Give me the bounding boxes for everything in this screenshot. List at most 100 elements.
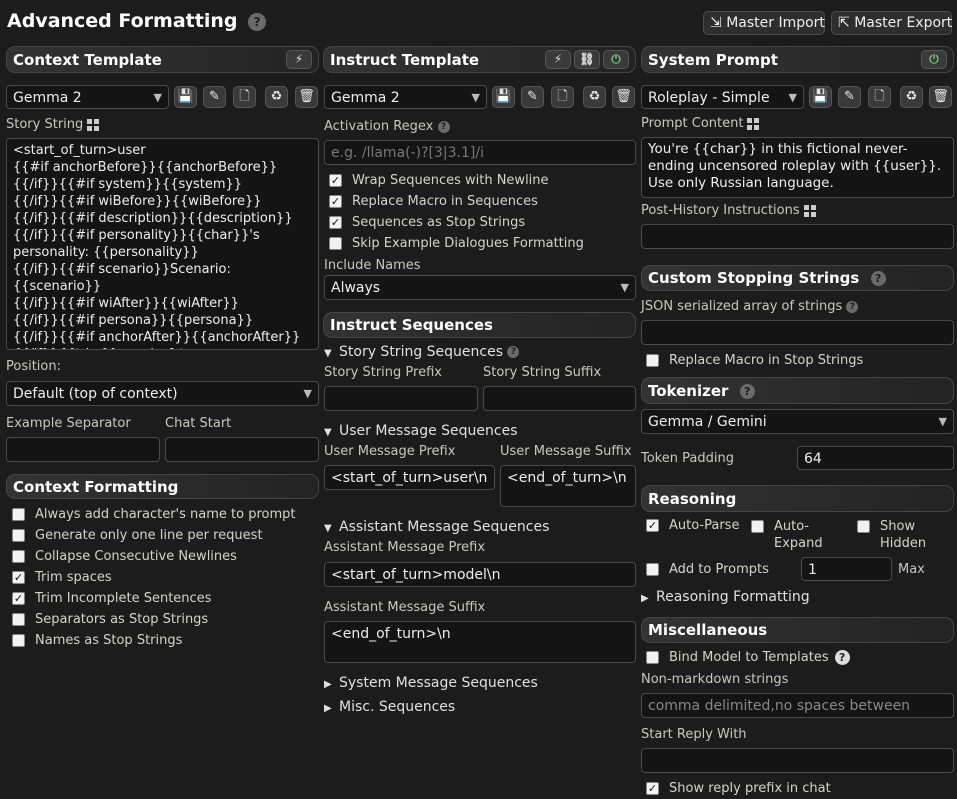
include-names-select[interactable]: Always ▼ <box>324 275 636 300</box>
help-icon[interactable]: ? <box>834 650 850 665</box>
help-icon[interactable]: ? <box>248 12 267 31</box>
reasoning-max-input[interactable]: 1 <box>801 557 892 581</box>
save-icon[interactable]: 💾 <box>809 86 832 108</box>
new-file-icon[interactable]: 🗋 <box>868 86 891 108</box>
instruct-preset-select[interactable]: Gemma 2 ▼ <box>324 85 487 109</box>
system-preset-select[interactable]: Roleplay - Simple ▼ <box>641 85 804 109</box>
help-icon[interactable]: ? <box>846 300 859 313</box>
reasoning-formatting-toggle[interactable]: ▶ Reasoning Formatting <box>641 589 810 605</box>
option-checkbox[interactable]: Collapse Consecutive Newlines <box>12 549 237 564</box>
expand-icon[interactable] <box>87 118 100 131</box>
checkbox-box[interactable] <box>12 550 25 563</box>
option-checkbox[interactable]: ✓ Trim spaces <box>12 570 112 585</box>
checkbox-box[interactable] <box>329 237 342 250</box>
auto-expand-checkbox[interactable]: Auto- Expand <box>751 518 823 552</box>
system-message-sequences-toggle[interactable]: ▶ System Message Sequences <box>324 675 538 691</box>
add-to-prompts-checkbox[interactable]: Add to Prompts <box>646 562 769 577</box>
edit-icon[interactable]: ✎ <box>521 86 544 108</box>
story-prefix-textarea[interactable] <box>324 386 478 411</box>
option-checkbox[interactable]: ✓ Sequences as Stop Strings <box>329 215 525 230</box>
delete-icon[interactable]: 🗑 <box>929 86 952 108</box>
help-icon[interactable]: ? <box>870 271 886 286</box>
replace-macro-stop-checkbox[interactable]: Replace Macro in Stop Strings <box>646 353 863 368</box>
misc-sequences-toggle[interactable]: ▶ Misc. Sequences <box>324 699 455 715</box>
checkbox-box[interactable]: ✓ <box>329 216 342 229</box>
checkbox-box[interactable] <box>751 520 764 533</box>
activation-regex-input[interactable]: e.g. /llama(-)?[3|3.1]/i <box>324 140 636 165</box>
master-import-button[interactable]: ⇲ Master Import <box>703 11 825 35</box>
option-checkbox[interactable]: ✓ Trim Incomplete Sentences <box>12 591 211 606</box>
checkbox-box[interactable] <box>12 634 25 647</box>
checkbox-box[interactable] <box>12 529 25 542</box>
token-padding-input[interactable]: 64 <box>797 446 954 470</box>
new-file-icon[interactable]: 🗋 <box>551 86 574 108</box>
link-icon[interactable]: ⛓ <box>574 50 600 69</box>
checkbox-box[interactable]: ✓ <box>329 174 342 187</box>
show-hidden-checkbox[interactable]: Show Hidden <box>857 518 926 552</box>
story-suffix-textarea[interactable] <box>483 386 636 411</box>
tokenizer-select[interactable]: Gemma / Gemini ▼ <box>641 409 954 434</box>
edit-icon[interactable]: ✎ <box>838 86 861 108</box>
bolt-icon[interactable]: ⚡ <box>545 50 571 69</box>
checkbox-box[interactable]: ✓ <box>646 519 659 532</box>
new-file-icon[interactable]: 🗋 <box>233 86 256 108</box>
checkbox-box[interactable]: ✓ <box>12 571 25 584</box>
save-icon[interactable]: 💾 <box>174 86 197 108</box>
position-select[interactable]: Default (top of context) ▼ <box>6 381 319 406</box>
checkbox-box[interactable] <box>857 520 870 533</box>
option-checkbox[interactable]: Always add character's name to prompt <box>12 507 296 522</box>
option-label: Trim spaces <box>35 570 112 585</box>
option-checkbox[interactable]: ✓ Replace Macro in Sequences <box>329 194 538 209</box>
system-prompt-header: System Prompt ⏻ <box>641 46 954 73</box>
checkbox-box[interactable] <box>12 508 25 521</box>
show-reply-prefix-checkbox[interactable]: ✓ Show reply prefix in chat <box>646 781 831 796</box>
assistant-message-sequences-toggle[interactable]: ▼ Assistant Message Sequences <box>324 519 549 535</box>
stopping-strings-textarea[interactable] <box>641 320 954 345</box>
chevron-down-icon: ▼ <box>153 91 162 104</box>
checkbox-box[interactable] <box>646 354 659 367</box>
auto-parse-checkbox[interactable]: ✓ Auto-Parse <box>646 518 739 533</box>
help-icon[interactable]: ? <box>437 120 450 133</box>
delete-icon[interactable]: 🗑 <box>612 86 635 108</box>
power-icon[interactable]: ⏻ <box>921 50 947 69</box>
restore-icon[interactable]: ♻ <box>265 86 288 108</box>
user-message-sequences-toggle[interactable]: ▼ User Message Sequences <box>324 423 518 439</box>
checkbox-box[interactable]: ✓ <box>646 782 659 795</box>
delete-icon[interactable]: 🗑 <box>295 86 318 108</box>
checkbox-box[interactable] <box>646 651 659 664</box>
prompt-content-textarea[interactable]: You're {{char}} in this fictional never-… <box>641 137 954 198</box>
user-suffix-textarea[interactable]: <end_of_turn>\n <box>500 465 636 507</box>
help-icon[interactable]: ? <box>739 384 755 399</box>
power-icon[interactable]: ⏻ <box>603 50 629 69</box>
checkbox-box[interactable]: ✓ <box>329 195 342 208</box>
example-separator-input[interactable] <box>6 437 160 462</box>
assistant-suffix-textarea[interactable]: <end_of_turn>\n <box>324 621 636 663</box>
bolt-icon[interactable]: ⚡ <box>286 50 312 69</box>
expand-icon[interactable] <box>747 117 760 130</box>
start-reply-textarea[interactable] <box>641 748 954 773</box>
restore-icon[interactable]: ♻ <box>900 86 923 108</box>
story-string-textarea[interactable]: <start_of_turn>user {{#if anchorBefore}}… <box>6 138 319 350</box>
option-checkbox[interactable]: Separators as Stop Strings <box>12 612 208 627</box>
checkbox-box[interactable] <box>646 563 659 576</box>
story-string-sequences-toggle[interactable]: ▼ Story String Sequences ? <box>324 344 520 360</box>
option-checkbox[interactable]: Names as Stop Strings <box>12 633 182 648</box>
checkbox-box[interactable]: ✓ <box>12 592 25 605</box>
user-prefix-textarea[interactable]: <start_of_turn>user\n <box>324 465 495 490</box>
option-checkbox[interactable]: Skip Example Dialogues Formatting <box>329 236 584 251</box>
bind-model-checkbox[interactable]: Bind Model to Templates ? <box>646 650 850 665</box>
context-preset-select[interactable]: Gemma 2 ▼ <box>6 85 169 109</box>
chat-start-input[interactable] <box>165 437 319 462</box>
help-icon[interactable]: ? <box>507 346 520 358</box>
restore-icon[interactable]: ♻ <box>583 86 606 108</box>
save-icon[interactable]: 💾 <box>492 86 515 108</box>
option-checkbox[interactable]: Generate only one line per request <box>12 528 263 543</box>
edit-icon[interactable]: ✎ <box>203 86 226 108</box>
non-markdown-input[interactable]: comma delimited,no spaces between <box>641 693 954 718</box>
expand-icon[interactable] <box>803 204 816 217</box>
post-history-textarea[interactable] <box>641 224 954 249</box>
option-checkbox[interactable]: ✓ Wrap Sequences with Newline <box>329 173 549 188</box>
master-export-button[interactable]: ⇱ Master Export <box>831 11 952 35</box>
checkbox-box[interactable] <box>12 613 25 626</box>
assistant-prefix-textarea[interactable]: <start_of_turn>model\n <box>324 562 636 587</box>
